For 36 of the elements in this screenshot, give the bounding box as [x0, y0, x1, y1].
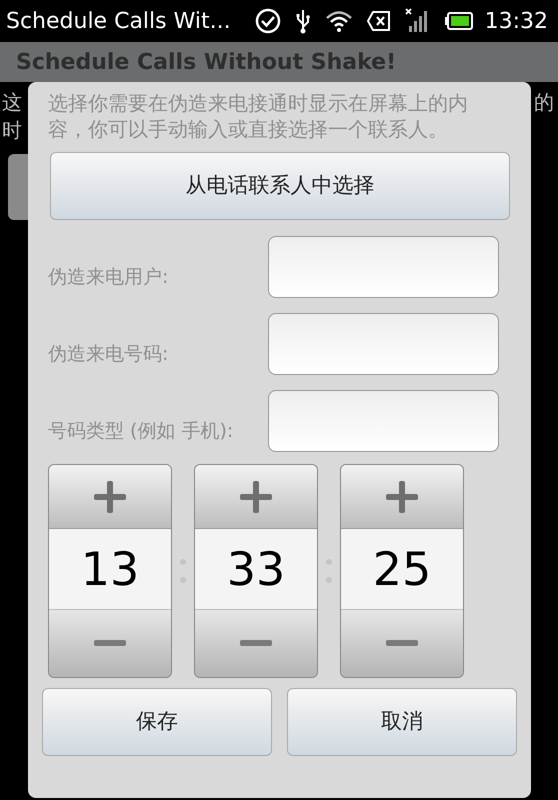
usb-icon [294, 8, 311, 34]
input-field[interactable] [268, 236, 499, 298]
decrement-button[interactable] [341, 608, 463, 677]
dialog-button[interactable]: 取消 [287, 688, 517, 756]
data-off-icon [366, 11, 391, 31]
dialog-intro: 选择你需要在伪造来电接通时显示在屏幕上的内容，你可以手动输入或直接选择一个联系人。 [48, 90, 469, 142]
decrement-button[interactable] [195, 608, 317, 677]
minus-icon [94, 640, 126, 646]
dialog-button[interactable]: 保存 [42, 688, 272, 756]
check-circle-icon [254, 8, 281, 34]
increment-button[interactable] [49, 465, 171, 530]
background-text: 的 [534, 89, 555, 116]
field-label: 伪造来电用户: [48, 265, 170, 289]
input-field[interactable] [268, 390, 499, 452]
increment-button[interactable] [341, 465, 463, 530]
plus-icon [386, 480, 418, 513]
minus-icon [240, 640, 272, 646]
plus-icon [94, 480, 126, 513]
background-text: 这 [2, 89, 22, 116]
choose-contact-button[interactable]: 从电话联系人中选择 [50, 152, 510, 220]
background-text: 时 [2, 117, 22, 144]
increment-button[interactable] [195, 465, 317, 530]
app-title: Schedule Calls Wit... [6, 8, 231, 36]
decrement-button[interactable] [49, 608, 171, 677]
minus-icon [386, 640, 418, 646]
screen-title: Schedule Calls Without Shake! [16, 48, 396, 76]
clock: 13:32 [484, 8, 548, 36]
time-value: 33 [195, 529, 317, 609]
time-value: 13 [49, 529, 171, 609]
field-label: 伪造来电号码: [48, 342, 170, 366]
field-label: 号码类型 (例如 手机): [48, 419, 234, 443]
plus-icon [240, 480, 272, 513]
battery-icon [444, 12, 473, 30]
time-value: 25 [341, 529, 463, 609]
input-field[interactable] [268, 313, 499, 375]
wifi-icon [324, 9, 353, 33]
